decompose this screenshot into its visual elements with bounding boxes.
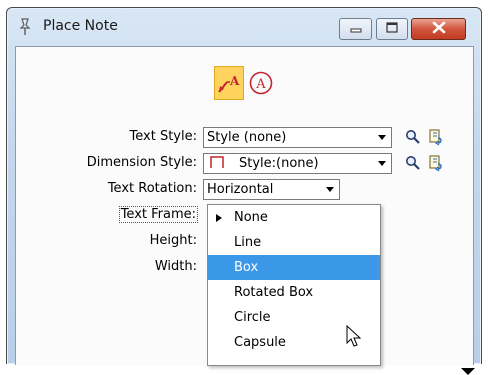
minimize-button[interactable] (339, 18, 372, 40)
circle-note-glyph: A (255, 77, 266, 92)
text-rotation-label: Text Rotation: (107, 181, 197, 196)
option-label: Box (234, 260, 259, 275)
chevron-down-icon (378, 135, 386, 140)
close-button[interactable] (411, 18, 466, 40)
chevron-down-icon (378, 161, 386, 166)
magnifier-icon[interactable] (405, 155, 421, 175)
option-label: Line (234, 235, 262, 250)
text-frame-option-rotated-box[interactable]: Rotated Box (208, 280, 380, 305)
selected-marker-icon (216, 214, 222, 222)
pin-icon (16, 17, 34, 37)
text-rotation-select[interactable]: Horizontal (203, 179, 340, 200)
dimension-style-select[interactable]: Style:(none) (203, 153, 392, 174)
magnifier-icon[interactable] (405, 129, 421, 149)
text-style-select[interactable]: Style (none) (203, 127, 392, 148)
maximize-button[interactable] (376, 18, 408, 40)
text-frame-label: Text Frame: (118, 206, 199, 223)
place-note-window: Place Note A A Text Style: Style (none) … (6, 7, 482, 375)
leader-note-glyph: A (229, 74, 240, 88)
placement-mode-group: A A (214, 66, 276, 100)
text-rotation-value: Horizontal (207, 182, 274, 197)
option-label: Rotated Box (234, 285, 314, 300)
dialog-body: A A Text Style: Style (none) Dimension S… (15, 46, 475, 375)
text-frame-option-box[interactable]: Box (208, 255, 380, 280)
mouse-pointer-icon (346, 324, 362, 353)
height-label: Height: (149, 233, 197, 248)
dimension-style-label: Dimension Style: (86, 155, 197, 170)
close-icon (432, 21, 446, 38)
window-title: Place Note (43, 18, 118, 34)
text-style-label: Text Style: (129, 129, 197, 144)
chevron-down-icon (326, 187, 334, 192)
maximize-icon (386, 21, 398, 37)
style-page-icon[interactable] (427, 128, 445, 150)
text-frame-option-none[interactable]: None (208, 205, 380, 230)
text-frame-option-line[interactable]: Line (208, 230, 380, 255)
style-page-icon[interactable] (427, 154, 445, 176)
width-label: Width: (154, 259, 197, 274)
option-label: None (234, 210, 268, 225)
text-style-value: Style (none) (207, 130, 287, 145)
place-note-in-circle-button[interactable]: A (246, 66, 276, 100)
dimension-style-value: Style:(none) (239, 156, 319, 171)
title-bar[interactable]: Place Note (7, 8, 481, 46)
option-label: Circle (234, 310, 271, 325)
minimize-icon (350, 22, 362, 37)
expand-dialog-icon[interactable] (461, 368, 475, 375)
dimension-style-icon (209, 155, 225, 173)
place-note-with-leader-button[interactable]: A (214, 66, 244, 100)
option-label: Capsule (234, 335, 286, 350)
